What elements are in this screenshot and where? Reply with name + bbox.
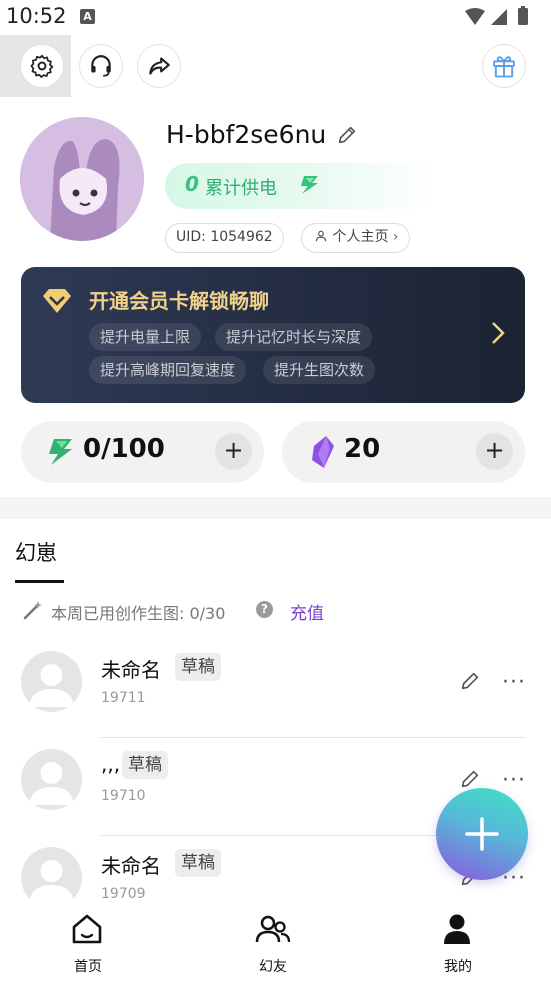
uid-label: UID: 1054962: [176, 229, 273, 245]
settings-icon: [30, 54, 54, 78]
gift-button[interactable]: [482, 44, 526, 88]
plus-icon: [465, 817, 499, 851]
status-bar: 10:52 A: [0, 0, 551, 34]
crystal-value: 20: [344, 434, 381, 464]
character-id: 19711: [101, 690, 146, 706]
default-avatar-icon: [29, 762, 74, 805]
chevron-right-icon: [491, 321, 505, 349]
pencil-icon: [461, 672, 479, 690]
home-icon: [70, 913, 104, 949]
nav-friends[interactable]: 幻友: [213, 901, 333, 983]
status-icons: [463, 6, 543, 32]
section-divider: [0, 497, 551, 519]
headset-icon: [91, 55, 111, 77]
gift-icon: [493, 56, 515, 78]
vip-membership-card[interactable]: 开通会员卡解锁畅聊 提升电量上限 提升记忆时长与深度 提升高峰期回复速度 提升生…: [21, 267, 525, 403]
support-button[interactable]: [79, 44, 123, 88]
energy-value: 0/100: [83, 434, 165, 464]
wifi-icon: [465, 8, 485, 25]
energy-bolt-icon: [298, 174, 322, 200]
image-quota-row: 本周已用创作生图: 0/30 ? 充值: [22, 598, 422, 625]
homepage-button[interactable]: 个人主页 ›: [301, 223, 410, 253]
pencil-icon: [338, 126, 356, 144]
pencil-icon: [461, 770, 479, 788]
recharge-link[interactable]: 充值: [290, 599, 324, 624]
tab-characters[interactable]: 幻崽: [15, 537, 57, 567]
chevron-right-icon: ›: [392, 229, 399, 245]
energy-bolt-icon: [46, 437, 76, 471]
draft-badge: 草稿: [175, 849, 221, 877]
vip-perk: 提升电量上限: [89, 323, 202, 351]
more-options-icon[interactable]: ···: [502, 672, 526, 694]
draft-badge: 草稿: [122, 751, 168, 779]
friends-icon: [255, 913, 291, 949]
notification-icon: A: [80, 9, 95, 24]
person-outline-icon: [315, 230, 327, 242]
signal-icon: [491, 9, 507, 25]
share-button[interactable]: [137, 44, 181, 88]
crystal-counter: 20 +: [282, 421, 525, 483]
battery-icon: [518, 8, 528, 25]
draft-badge: 草稿: [175, 653, 221, 681]
profile-icon: [440, 913, 474, 949]
magic-wand-icon: [22, 599, 44, 625]
character-avatar: [21, 651, 82, 712]
tab-underline: [15, 580, 64, 583]
energy-counter: 0/100 +: [21, 421, 264, 483]
character-avatar: [21, 847, 82, 908]
vip-perk: 提升记忆时长与深度: [215, 323, 373, 351]
diamond-icon: [41, 288, 73, 318]
more-options-icon[interactable]: ···: [502, 770, 526, 792]
status-time: 10:52: [6, 4, 67, 28]
username: H-bbf2se6nu: [166, 120, 327, 149]
power-supply-badge[interactable]: 0 累计供电: [165, 163, 440, 209]
nav-home[interactable]: 首页: [28, 901, 148, 983]
nav-label: 首页: [74, 959, 102, 975]
share-icon: [149, 57, 170, 75]
homepage-label: 个人主页: [332, 229, 389, 245]
top-toolbar: [0, 35, 551, 97]
settings-button[interactable]: [20, 44, 64, 88]
add-energy-button[interactable]: +: [215, 433, 252, 470]
vip-perk: 提升生图次数: [263, 356, 376, 384]
bottom-nav: 首页 幻友 我的: [0, 901, 551, 983]
power-count: 0: [185, 172, 199, 196]
default-avatar-icon: [29, 860, 74, 903]
uid-chip[interactable]: UID: 1054962: [165, 223, 284, 253]
character-name: 未命名: [101, 658, 161, 682]
character-avatar: [21, 749, 82, 810]
create-character-button[interactable]: [436, 788, 528, 880]
default-avatar-icon: [29, 664, 74, 707]
user-avatar[interactable]: [20, 117, 144, 241]
list-item[interactable]: 未命名 草稿 19711 ···: [0, 640, 551, 738]
nav-label: 我的: [444, 959, 472, 975]
nav-label: 幻友: [259, 959, 287, 975]
add-crystal-button[interactable]: +: [476, 433, 513, 470]
vip-perk: 提升高峰期回复速度: [89, 356, 247, 384]
character-name: 未命名: [101, 854, 161, 878]
character-name: ,,,: [101, 752, 121, 776]
edit-name-button[interactable]: [336, 124, 358, 150]
edit-button[interactable]: [459, 670, 481, 696]
power-label: 累计供电: [205, 178, 277, 199]
vip-title: 开通会员卡解锁畅聊: [89, 289, 269, 313]
help-icon[interactable]: ?: [256, 601, 273, 618]
nav-me[interactable]: 我的: [398, 901, 518, 983]
crystal-icon: [308, 434, 336, 474]
quota-text: 本周已用创作生图: 0/30: [51, 604, 226, 623]
more-options-icon[interactable]: ···: [502, 868, 526, 890]
character-id: 19710: [101, 788, 146, 804]
character-id: 19709: [101, 886, 146, 902]
